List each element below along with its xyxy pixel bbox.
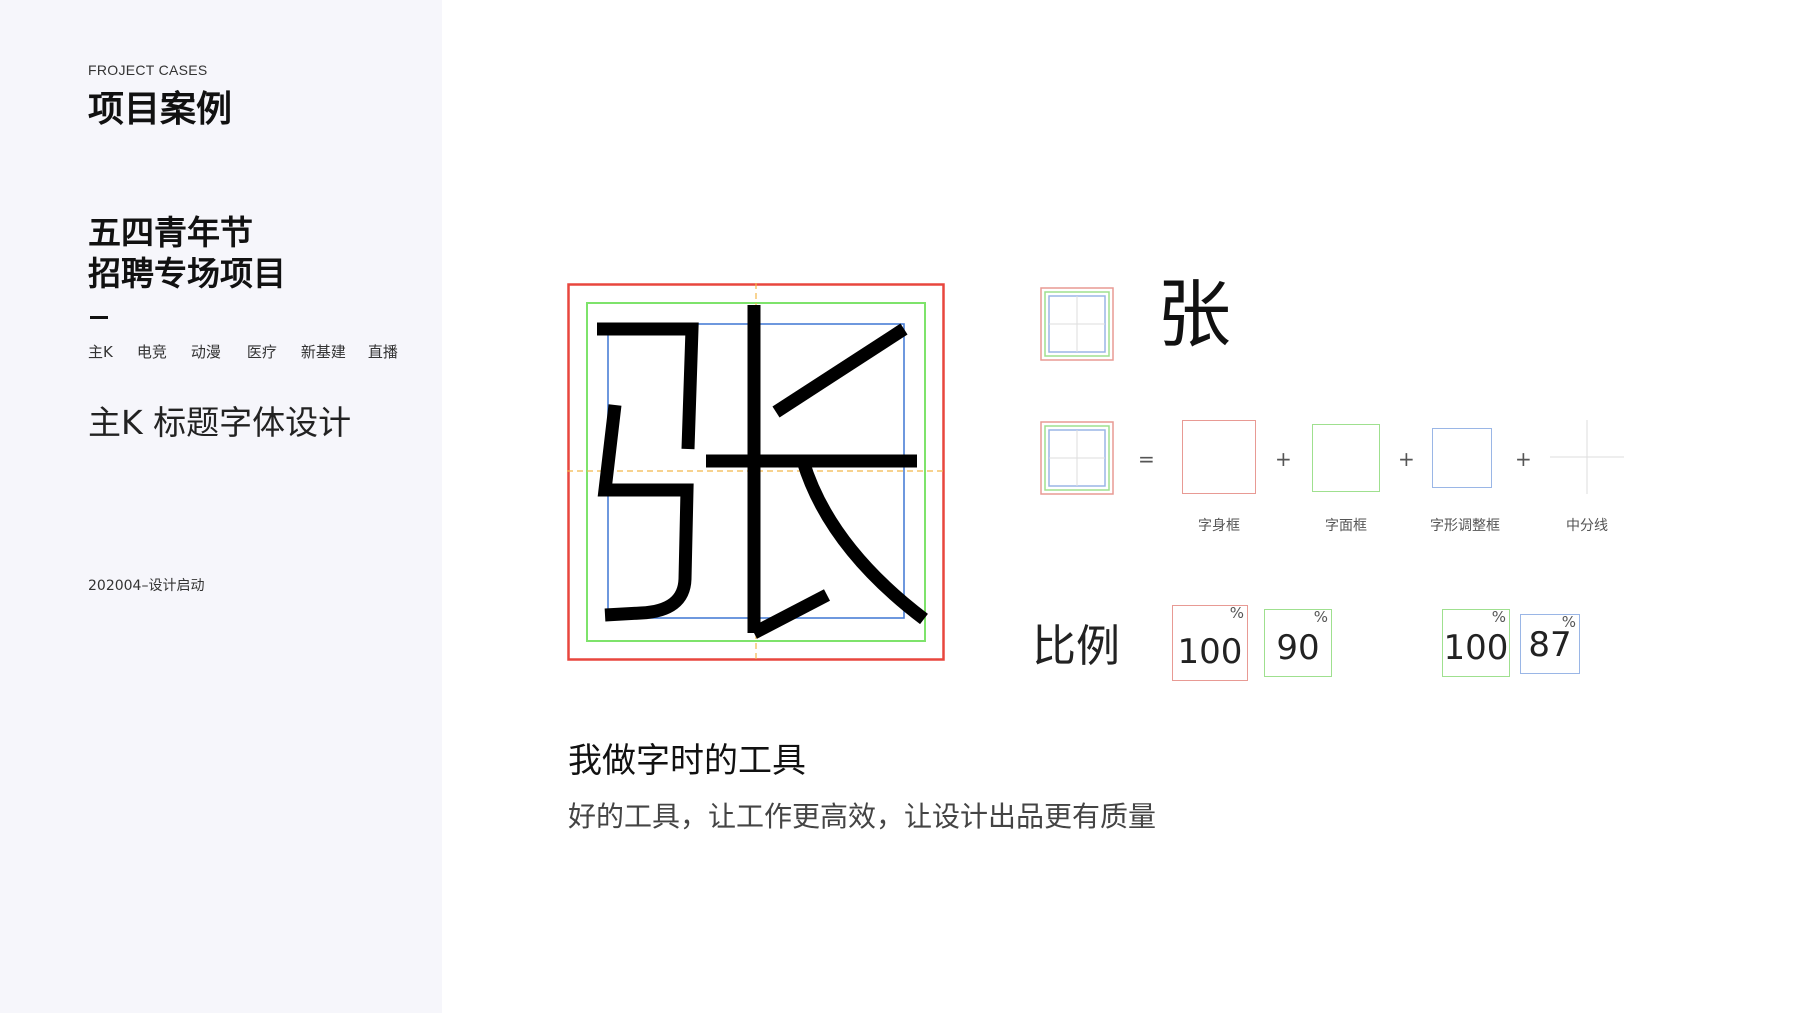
- project-title-line-2: 招聘专场项目: [88, 254, 286, 293]
- equals-sign: =: [1138, 447, 1155, 471]
- glyph-frame-diagram: [567, 283, 945, 661]
- ratio-value: 90: [1276, 628, 1320, 668]
- legend-label: 字身框: [1198, 518, 1240, 534]
- adjust-frame-swatch: [1432, 428, 1492, 488]
- legend-label: 中分线: [1566, 518, 1608, 534]
- ratio-value: 87: [1528, 625, 1572, 665]
- project-title: 五四青年节 招聘专场项目: [88, 212, 286, 294]
- tag-item: 主K: [88, 343, 113, 361]
- glyph-strokes: [597, 305, 928, 639]
- eyebrow-label: FROJECT CASES: [88, 62, 208, 78]
- tag-item: 直播: [367, 343, 398, 361]
- sidebar: FROJECT CASES 项目案例 五四青年节 招聘专场项目 主K 电竞 动漫…: [0, 0, 442, 1013]
- title-divider: [90, 316, 108, 319]
- date-line: 202004–设计启动: [88, 578, 205, 594]
- plus-sign: +: [1398, 447, 1415, 471]
- plus-sign: +: [1275, 447, 1292, 471]
- face-frame-swatch: [1312, 424, 1380, 492]
- ratio-box: % 90: [1264, 608, 1332, 677]
- ratio-box: % 100: [1442, 608, 1510, 677]
- legend-label: 字面框: [1325, 518, 1367, 534]
- ratio-value: 100: [1177, 632, 1243, 672]
- legend-label: 字形调整框: [1430, 518, 1500, 534]
- tag-item: 动漫: [190, 343, 221, 361]
- ratio-title: 比例: [1032, 621, 1120, 672]
- tools-title: 我做字时的工具: [568, 741, 806, 781]
- percent-sign: %: [1313, 608, 1328, 626]
- section-title: 项目案例: [88, 89, 233, 130]
- percent-sign: %: [1491, 608, 1506, 626]
- tag-item: 医疗: [246, 343, 277, 361]
- body-frame-swatch: [1182, 420, 1256, 494]
- percent-sign: %: [1229, 604, 1244, 622]
- ratio-value: 100: [1443, 628, 1509, 668]
- sample-glyph: 张: [1157, 272, 1231, 358]
- frame-legend-icon: [1040, 421, 1114, 495]
- project-title-line-1: 五四青年节: [88, 213, 253, 252]
- tag-list: 主K 电竞 动漫 医疗 新基建 直播: [88, 341, 398, 362]
- tag-item: 新基建: [300, 343, 346, 361]
- tools-description: 好的工具，让工作更高效，让设计出品更有质量: [568, 800, 1157, 833]
- center-line-swatch: [1550, 420, 1624, 494]
- glyph-figure: [567, 283, 945, 661]
- frame-legend-icon: [1040, 287, 1114, 361]
- tag-item: 电竞: [136, 343, 167, 361]
- plus-sign: +: [1515, 447, 1532, 471]
- design-title: 主K 标题字体设计: [88, 403, 352, 442]
- ratio-box: % 87: [1520, 613, 1580, 674]
- ratio-box: % 100: [1172, 604, 1248, 681]
